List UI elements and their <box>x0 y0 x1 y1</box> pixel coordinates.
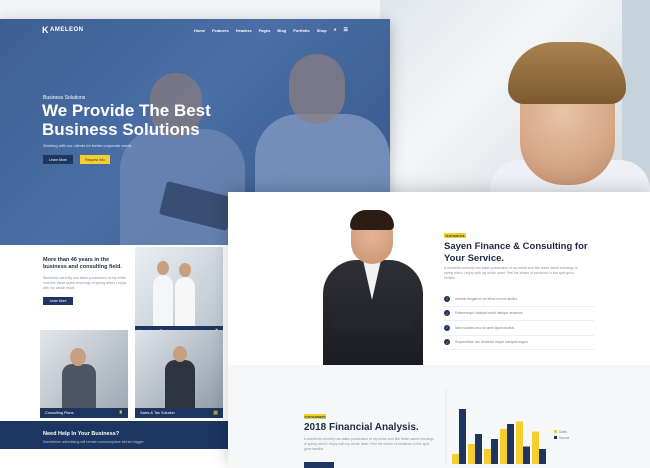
card-label: Sales & Tax Solution ▦ <box>135 408 223 418</box>
service-card-consulting[interactable]: Consulting Plans ♜ <box>40 330 128 418</box>
nav-item-headers[interactable]: Headers <box>236 28 252 33</box>
service-card-sales-tax[interactable]: Sales & Tax Solution ▦ <box>135 330 223 418</box>
search-icon[interactable]: ⌕ <box>334 27 337 33</box>
checklist-item: ✓ Nam sodales arcu sit amet ligula facili… <box>444 321 594 336</box>
learn-more-button[interactable]: Learn More <box>43 155 73 164</box>
site-logo[interactable]: K AMELEON <box>42 25 84 35</box>
nav-item-home[interactable]: Home <box>194 28 205 33</box>
card-figure <box>165 360 195 410</box>
checklist-item: ✓ Suspendisse nec hendrerit neque volutpa… <box>444 336 594 350</box>
logo-text: AMELEON <box>50 27 84 33</box>
card-figure <box>153 275 173 327</box>
legend-swatch-sales <box>554 430 557 433</box>
service-card-investment[interactable]: Investment Strategy ▮ <box>135 247 223 336</box>
chart-bar-income-3 <box>491 439 498 464</box>
chart-bar-income-4 <box>507 424 514 464</box>
about-text: Wonderful serenity has taken possession … <box>43 276 127 290</box>
chart-bar-sales-4 <box>500 429 507 464</box>
checklist-item: ✓ Aenean feugiat ex vel tellus vel nec fa… <box>444 292 594 307</box>
legend-swatch-income <box>554 436 557 439</box>
about-block: More than 46 years in the business and c… <box>43 257 128 305</box>
checklist-text: Nam sodales arcu sit amet ligula facilis… <box>455 325 516 330</box>
check-icon: ✓ <box>444 339 450 346</box>
nav-item-pages[interactable]: Pages <box>259 28 271 33</box>
badge-icon: ♜ <box>118 410 123 416</box>
service-checklist: ✓ Aenean feugiat ex vel tellus vel nec fa… <box>444 292 594 350</box>
finance-button[interactable] <box>304 462 334 468</box>
hamburger-icon[interactable]: ☰ <box>344 27 348 33</box>
checklist-item: ✓ Pellentesque habitant morbi tristique s… <box>444 307 594 321</box>
service-tag: OUR SERVICE <box>444 233 466 238</box>
hero-title: We Provide The Best Business Solutions <box>42 101 211 139</box>
check-icon: ✓ <box>444 324 450 331</box>
hero-description: Working with our clients for better corp… <box>43 143 133 148</box>
nav-item-features[interactable]: Features <box>212 28 229 33</box>
financial-bar-chart: Sales Income <box>445 390 570 464</box>
about-title: More than 46 years in the business and c… <box>43 257 122 270</box>
chart-bar-sales-3 <box>484 449 491 464</box>
legend-label-sales: Sales <box>559 430 567 434</box>
chart-bar-income-1 <box>459 409 466 464</box>
card-figure <box>175 277 195 327</box>
help-title: Need Help In Your Business? <box>43 431 120 437</box>
top-nav: K AMELEON Home Features Headers Pages Bl… <box>0 19 390 41</box>
card-figure-head <box>157 261 169 275</box>
businessman-photo <box>323 210 423 372</box>
card-label-text: Consulting Plans <box>45 411 74 415</box>
chart-bar-sales-6 <box>532 431 539 464</box>
card-label-text: Sales & Tax Solution <box>140 411 175 415</box>
service-title: Sayen Finance & Consulting for Your Serv… <box>444 241 588 264</box>
checklist-text: Pellentesque habitant morbi tristique se… <box>455 311 524 316</box>
nav-item-shop[interactable]: Shop <box>317 28 327 33</box>
chart-bar-income-5 <box>523 446 530 464</box>
finance-title: 2018 Financial Analysis. <box>304 422 419 433</box>
chart-bar-sales-5 <box>516 421 523 464</box>
card-figure-head <box>173 346 187 362</box>
card-figure-head <box>70 348 86 366</box>
chart-bar-income-2 <box>475 434 482 464</box>
service-text: A wonderful serenity has taken possessio… <box>444 266 578 280</box>
chart-bar-income-6 <box>539 449 546 464</box>
help-text: Sometimes advertising will remain common… <box>43 440 145 444</box>
photo-person-hair <box>508 42 626 104</box>
nav-menu: Home Features Headers Pages Blog Portfol… <box>194 27 348 33</box>
card-figure <box>62 364 96 412</box>
chart-bar-sales-1 <box>452 454 459 464</box>
finance-tag: OUR NUMBERS <box>304 414 326 419</box>
service-page: OUR SERVICE Sayen Finance & Consulting f… <box>228 192 650 468</box>
legend-label-income: Income <box>559 436 570 440</box>
logo-mark: K <box>42 25 49 35</box>
background-photo <box>380 0 650 192</box>
showcase-stage: K AMELEON Home Features Headers Pages Bl… <box>0 0 650 468</box>
card-figure-head <box>179 263 191 277</box>
chart-bar-sales-2 <box>468 444 475 464</box>
card-label: Consulting Plans ♜ <box>40 408 128 418</box>
about-learn-more-button[interactable]: Learn More <box>43 297 73 305</box>
finance-text: A wonderful serenity has taken possessio… <box>304 437 434 451</box>
nav-item-portfolio[interactable]: Portfolio <box>293 28 309 33</box>
check-icon: ✓ <box>444 295 450 302</box>
checklist-text: Suspendisse nec hendrerit neque volutpat… <box>455 340 529 345</box>
checklist-text: Aenean feugiat ex vel tellus vel nec fac… <box>455 296 518 301</box>
request-info-button[interactable]: Request Info <box>80 155 110 164</box>
check-icon: ✓ <box>444 310 450 317</box>
calculator-icon: ▦ <box>213 410 218 416</box>
nav-item-blog[interactable]: Blog <box>277 28 286 33</box>
